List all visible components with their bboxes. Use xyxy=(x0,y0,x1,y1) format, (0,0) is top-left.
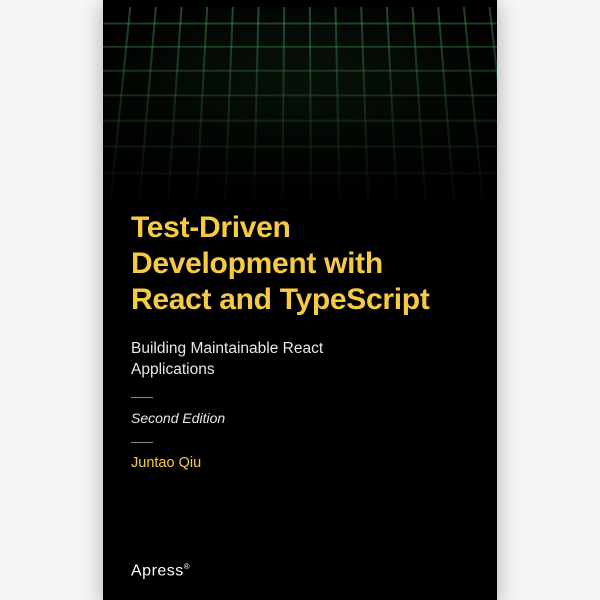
book-edition: Second Edition xyxy=(131,410,469,426)
book-author: Juntao Qiu xyxy=(131,455,469,471)
book-cover: Test-Driven Development with React and T… xyxy=(103,0,497,600)
book-subtitle: Building Maintainable React Applications xyxy=(131,338,381,381)
registered-mark: ® xyxy=(184,562,190,571)
publisher-name: Apress xyxy=(131,562,184,579)
cover-content: Test-Driven Development with React and T… xyxy=(131,210,469,471)
book-title: Test-Driven Development with React and T… xyxy=(131,210,469,318)
cover-graphic xyxy=(103,7,497,200)
divider xyxy=(131,442,153,443)
divider xyxy=(131,397,153,398)
publisher-logo: Apress® xyxy=(131,562,190,580)
